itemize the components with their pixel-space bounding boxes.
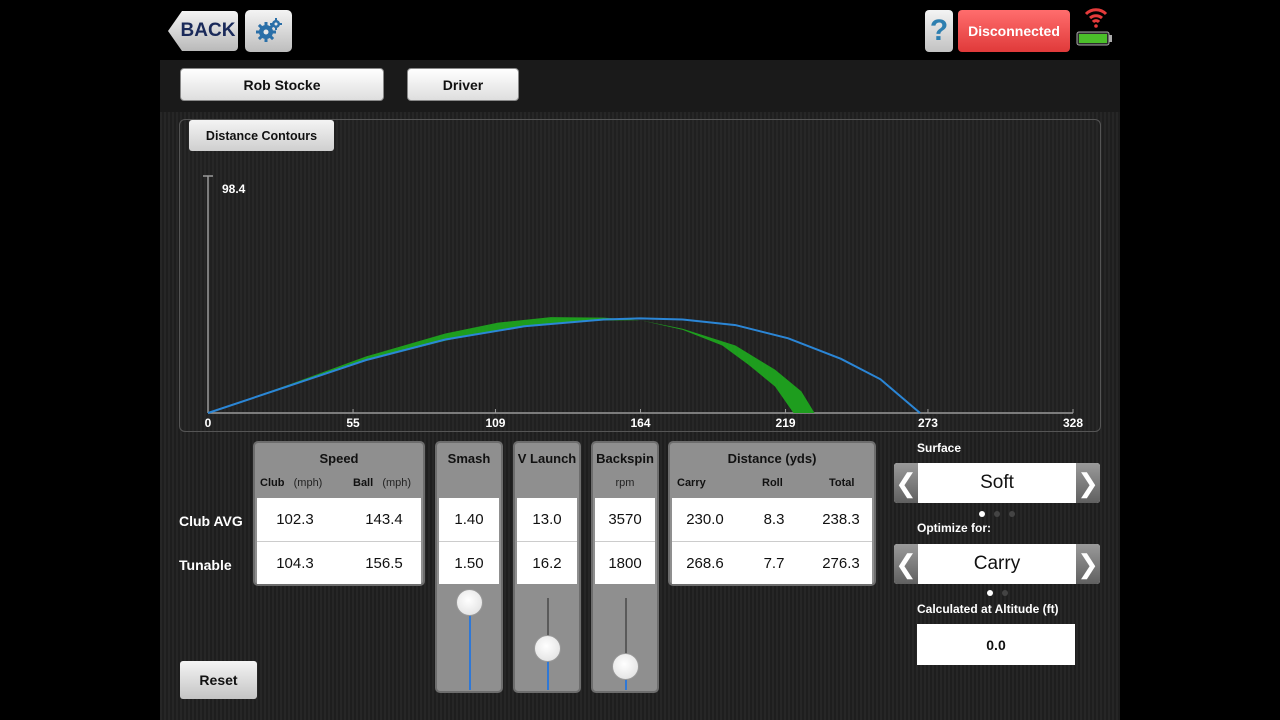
- ball-speed-label: Ball (mph): [353, 477, 412, 489]
- page-dot: [1002, 590, 1008, 596]
- x-tick-label: 109: [485, 416, 505, 430]
- x-tick-label: 0: [205, 416, 212, 430]
- backspin-avg: 3570: [608, 511, 642, 528]
- back-button[interactable]: BACK: [168, 11, 238, 51]
- tunable-row-label: Tunable: [179, 557, 232, 573]
- trajectory-plot: 98.4 0 55 109 164 219 273 328: [203, 175, 1083, 430]
- page-dot: [979, 511, 985, 517]
- optimize-label: Optimize for:: [917, 521, 991, 535]
- distance-contours-button[interactable]: Distance Contours: [189, 120, 334, 151]
- vlaunch-cells: 13.0 16.2: [517, 498, 577, 584]
- chevron-right-icon[interactable]: ❯: [1076, 463, 1100, 503]
- settings-button[interactable]: [245, 10, 292, 52]
- chevron-left-icon[interactable]: ❮: [894, 544, 918, 584]
- club-selector-button[interactable]: Driver: [407, 68, 519, 101]
- y-max-label: 98.4: [222, 182, 246, 196]
- roll-avg: 8.3: [763, 511, 785, 528]
- x-tick-label: 328: [1063, 416, 1083, 430]
- backspin-cells: 3570 1800: [595, 498, 655, 584]
- page-dot: [987, 590, 993, 596]
- smash-avg: 1.40: [454, 511, 484, 528]
- surface-value: Soft: [980, 472, 1014, 493]
- smash-cells: 1.40 1.50: [439, 498, 499, 584]
- vlaunch-panel: V Launch 13.0 16.2: [513, 441, 581, 693]
- player-selector-button[interactable]: Rob Stocke: [180, 68, 384, 101]
- club-avg-row-label: Club AVG: [179, 513, 243, 529]
- smash-tunable[interactable]: 1.50: [439, 555, 499, 572]
- chevron-right-icon[interactable]: ❯: [1076, 544, 1100, 584]
- x-tick-label: 164: [630, 416, 650, 430]
- distance-cells: 230.0 8.3 238.3 268.6 7.7 276.3: [672, 498, 872, 584]
- trajectory-line: [207, 317, 921, 414]
- smash-slider-knob[interactable]: [456, 588, 483, 616]
- carry-column-label: Carry: [677, 477, 706, 489]
- help-button[interactable]: ?: [925, 10, 953, 52]
- optimize-value: Carry: [973, 553, 1021, 574]
- optimize-page-dots: [987, 590, 1008, 596]
- smash-header: Smash: [447, 451, 491, 466]
- x-tick-label: 273: [918, 416, 938, 430]
- page-dot: [994, 511, 1000, 517]
- distance-panel: Distance (yds) Carry Roll Total 230.0 8.…: [668, 441, 876, 586]
- vlaunch-avg: 13.0: [532, 511, 562, 528]
- club-speed-label: Club (mph): [260, 477, 323, 489]
- wifi-battery-icon: [1076, 8, 1112, 46]
- vlaunch-slider-knob[interactable]: [534, 634, 561, 662]
- altitude-field[interactable]: 0.0: [917, 624, 1075, 665]
- gear-icon: [255, 18, 282, 42]
- surface-label: Surface: [917, 441, 962, 455]
- speed-header: Speed: [319, 451, 359, 466]
- ball-speed-tunable[interactable]: 156.5: [345, 555, 423, 572]
- surface-picker[interactable]: ❮ Soft ❯: [894, 463, 1100, 503]
- backspin-header: Backspin: [596, 451, 654, 466]
- optimize-picker[interactable]: ❮ Carry ❯: [894, 544, 1100, 584]
- carry-avg: 230.0: [686, 511, 724, 528]
- carry-tunable: 268.6: [686, 555, 724, 572]
- carry-contour-band: [208, 317, 815, 413]
- smash-slider-fill: [469, 602, 471, 690]
- roll-tunable: 7.7: [763, 555, 785, 572]
- surface-page-dots: [979, 511, 1015, 517]
- speed-panel: Speed Club (mph) Ball (mph) 102.3 143.4 …: [253, 441, 425, 586]
- vlaunch-tunable[interactable]: 16.2: [517, 555, 577, 572]
- reset-button[interactable]: Reset: [180, 661, 257, 699]
- total-column-label: Total: [829, 477, 855, 489]
- page-dot: [1009, 511, 1015, 517]
- backspin-tunable[interactable]: 1800: [595, 555, 655, 572]
- connection-status-button[interactable]: Disconnected: [958, 10, 1070, 52]
- altitude-label: Calculated at Altitude (ft): [917, 602, 1059, 616]
- total-avg: 238.3: [822, 511, 860, 528]
- backspin-panel: Backspin rpm 3570 1800: [591, 441, 659, 693]
- roll-column-label: Roll: [762, 477, 783, 489]
- x-tick-label: 219: [776, 416, 796, 430]
- x-tick-label: 55: [346, 416, 360, 430]
- club-speed-tunable[interactable]: 104.3: [257, 555, 333, 572]
- chevron-left-icon[interactable]: ❮: [894, 463, 918, 503]
- total-tunable: 276.3: [822, 555, 860, 572]
- club-speed-avg: 102.3: [276, 511, 314, 528]
- distance-header: Distance (yds): [727, 451, 817, 466]
- ball-speed-avg: 143.4: [365, 511, 403, 528]
- smash-panel: Smash 1.40 1.50: [435, 441, 503, 693]
- speed-cells: 102.3 143.4 104.3 156.5: [257, 498, 421, 584]
- vlaunch-header: V Launch: [517, 451, 577, 466]
- backspin-slider-knob[interactable]: [612, 653, 639, 680]
- backspin-unit: rpm: [615, 477, 635, 489]
